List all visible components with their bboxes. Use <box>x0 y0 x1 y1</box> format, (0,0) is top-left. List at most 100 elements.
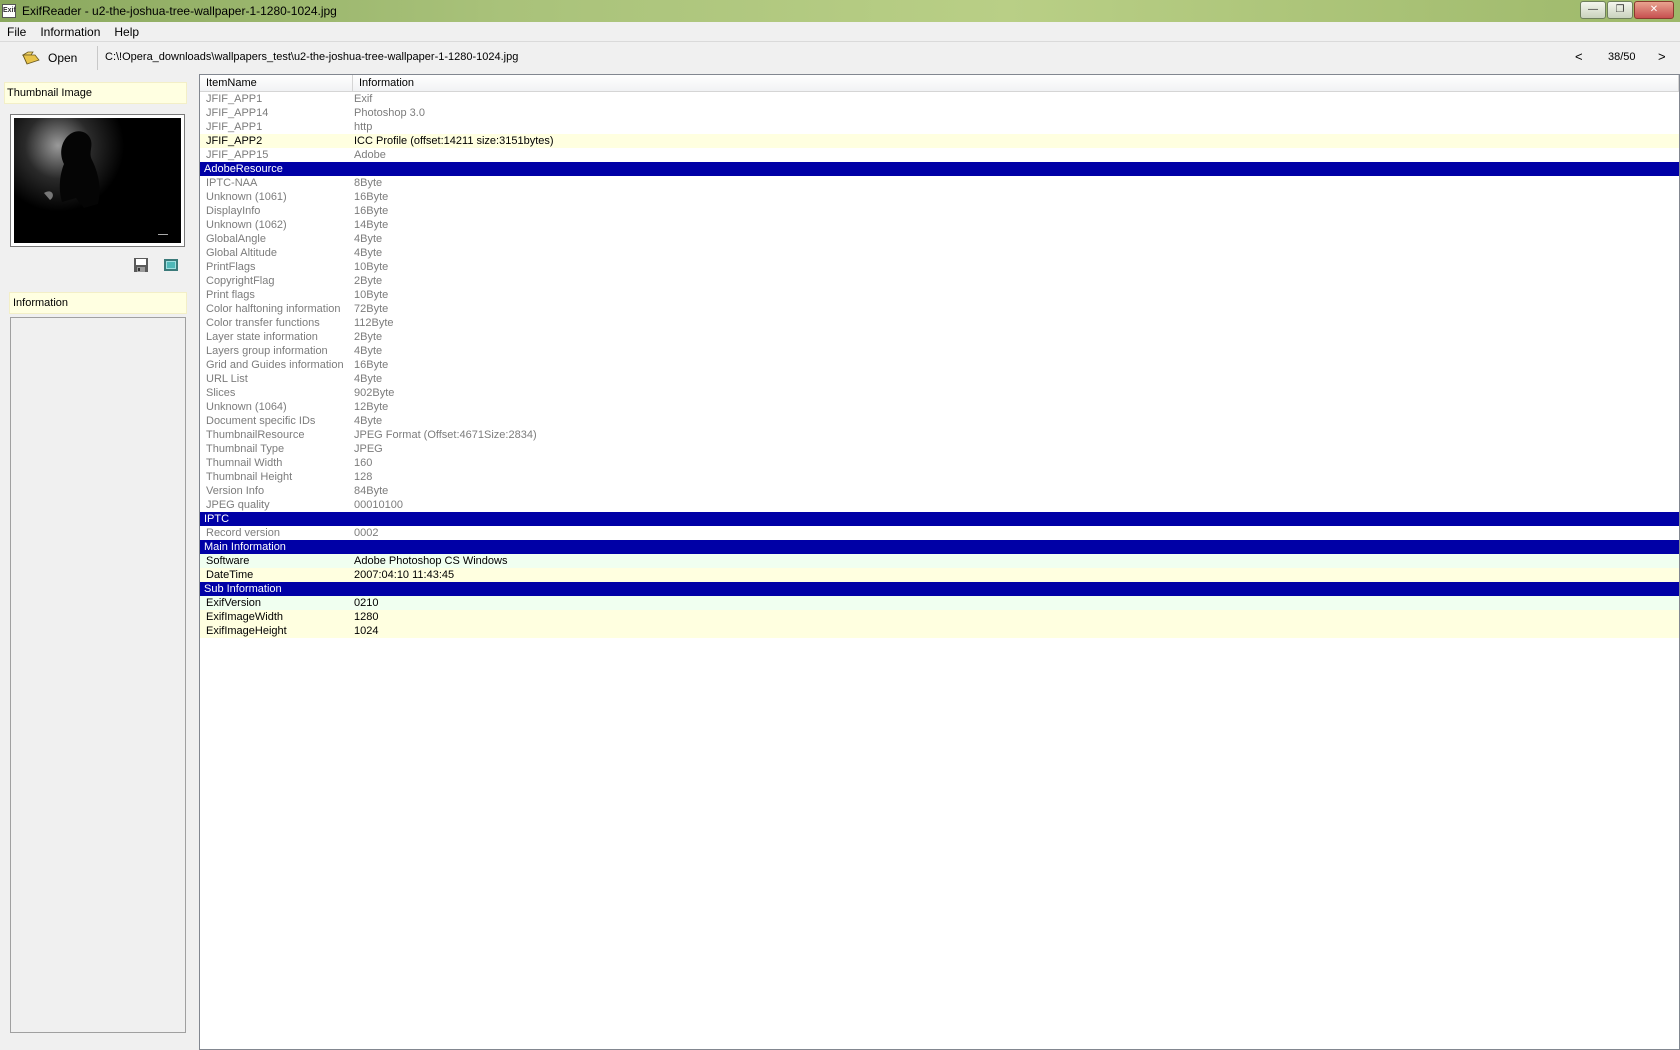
item-name-cell: Thumnail Width <box>206 457 283 469</box>
table-row[interactable]: ExifImageHeight 1024 <box>200 624 1679 638</box>
close-button[interactable]: ✕ <box>1634 1 1674 19</box>
item-name-cell: PrintFlags <box>206 261 256 273</box>
table-row[interactable]: Global Altitude 4Byte <box>200 246 1679 260</box>
item-name-cell: DateTime <box>206 569 254 581</box>
table-row[interactable]: Unknown (1064) 12Byte <box>200 400 1679 414</box>
table-row[interactable]: Layers group information 4Byte <box>200 344 1679 358</box>
information-cell: 0002 <box>354 527 379 539</box>
view-image-icon[interactable] <box>163 257 179 273</box>
table-row[interactable]: Print flags 10Byte <box>200 288 1679 302</box>
information-cell: 1280 <box>354 611 379 623</box>
item-name-cell: JFIF_APP2 <box>206 135 263 147</box>
table-row[interactable]: Unknown (1061) 16Byte <box>200 190 1679 204</box>
information-cell: 10Byte <box>354 289 389 301</box>
menu-information[interactable]: Information <box>33 25 107 39</box>
information-cell: Photoshop 3.0 <box>354 107 425 119</box>
item-name-cell: Software <box>206 555 250 567</box>
item-name-cell: ExifImageWidth <box>206 611 284 623</box>
section-title: IPTC <box>204 513 230 525</box>
table-row[interactable]: Layer state information 2Byte <box>200 330 1679 344</box>
item-name-cell: IPTC-NAA <box>206 177 258 189</box>
left-panel: Thumbnail Image Information <box>0 74 194 1050</box>
section-header-row[interactable]: Main Information <box>200 540 1679 554</box>
open-folder-icon <box>22 51 40 65</box>
table-row[interactable]: Thumbnail Height 128 <box>200 470 1679 484</box>
item-name-cell: Thumbnail Height <box>206 471 293 483</box>
table-row[interactable]: GlobalAngle 4Byte <box>200 232 1679 246</box>
page-counter: 38/50 <box>1608 51 1636 63</box>
item-name-cell: JFIF_APP15 <box>206 149 269 161</box>
table-row[interactable]: JFIF_APP1 Exif <box>200 92 1679 106</box>
section-title: Main Information <box>204 541 286 553</box>
save-thumbnail-icon[interactable] <box>133 257 149 273</box>
table-row[interactable]: JFIF_APP14 Photoshop 3.0 <box>200 106 1679 120</box>
item-name-cell: CopyrightFlag <box>206 275 275 287</box>
information-cell: 10Byte <box>354 261 389 273</box>
section-header-row[interactable]: Sub Information <box>200 582 1679 596</box>
item-name-cell: JFIF_APP1 <box>206 121 263 133</box>
section-header-row[interactable]: IPTC <box>200 512 1679 526</box>
menu-file[interactable]: File <box>0 25 33 39</box>
section-header-row[interactable]: AdobeResource <box>200 162 1679 176</box>
table-row[interactable]: Unknown (1062) 14Byte <box>200 218 1679 232</box>
item-name-cell: Record version <box>206 527 280 539</box>
thumbnail-frame <box>10 114 185 247</box>
item-name-cell: Layers group information <box>206 345 328 357</box>
table-rows: JFIF_APP1 Exif JFIF_APP14 Photoshop 3.0 JFIF… <box>200 92 1679 638</box>
table-row[interactable]: ThumbnailResource JPEG Format (Offset:467… <box>200 428 1679 442</box>
column-header-itemname[interactable]: ItemName <box>200 75 353 91</box>
table-row[interactable]: ExifImageWidth 1280 <box>200 610 1679 624</box>
information-cell: http <box>354 121 373 133</box>
table-row[interactable]: JFIF_APP2 ICC Profile (offset:14211 size:… <box>200 134 1679 148</box>
item-name-cell: Thumbnail Type <box>206 443 285 455</box>
information-cell: 4Byte <box>354 233 383 245</box>
next-image-button[interactable]: > <box>1658 49 1666 64</box>
information-cell: 902Byte <box>354 387 395 399</box>
information-cell: Exif <box>354 93 373 105</box>
table-row[interactable]: IPTC-NAA 8Byte <box>200 176 1679 190</box>
table-row[interactable]: DateTime 2007:04:10 11:43:45 <box>200 568 1679 582</box>
table-row[interactable]: CopyrightFlag 2Byte <box>200 274 1679 288</box>
previous-image-button[interactable]: < <box>1575 49 1583 64</box>
table-row[interactable]: Version Info 84Byte <box>200 484 1679 498</box>
information-cell: 2Byte <box>354 331 383 343</box>
restore-button[interactable]: ❐ <box>1607 1 1633 19</box>
table-row[interactable]: Thumnail Width 160 <box>200 456 1679 470</box>
table-row[interactable]: PrintFlags 10Byte <box>200 260 1679 274</box>
item-name-cell: JFIF_APP1 <box>206 93 263 105</box>
table-row[interactable]: JFIF_APP15 Adobe <box>200 148 1679 162</box>
thumbnail-image <box>14 118 181 243</box>
item-name-cell: Document specific IDs <box>206 415 316 427</box>
table-row[interactable]: JFIF_APP1 http <box>200 120 1679 134</box>
table-row[interactable]: DisplayInfo 16Byte <box>200 204 1679 218</box>
item-name-cell: Color halftoning information <box>206 303 341 315</box>
section-title: AdobeResource <box>204 163 283 175</box>
table-row[interactable]: Thumbnail Type JPEG <box>200 442 1679 456</box>
information-cell: 4Byte <box>354 345 383 357</box>
item-name-cell: Print flags <box>206 289 255 301</box>
table-row[interactable]: ExifVersion 0210 <box>200 596 1679 610</box>
information-cell: 12Byte <box>354 401 389 413</box>
table-row[interactable]: Document specific IDs 4Byte <box>200 414 1679 428</box>
table-row[interactable]: URL List 4Byte <box>200 372 1679 386</box>
table-row[interactable]: Color transfer functions 112Byte <box>200 316 1679 330</box>
title-bar: Exif ExifReader - u2-the-joshua-tree-wal… <box>0 0 1680 22</box>
table-row[interactable]: Color halftoning information 72Byte <box>200 302 1679 316</box>
item-name-cell: ExifImageHeight <box>206 625 287 637</box>
open-button[interactable]: Open <box>22 47 98 69</box>
menu-bar: File Information Help <box>0 22 1680 42</box>
item-name-cell: Unknown (1061) <box>206 191 287 203</box>
section-title: Sub Information <box>204 583 282 595</box>
table-row[interactable]: JPEG quality 00010100 <box>200 498 1679 512</box>
minimize-button[interactable]: — <box>1580 1 1606 19</box>
information-cell: 4Byte <box>354 415 383 427</box>
table-row[interactable]: Slices 902Byte <box>200 386 1679 400</box>
thumbnail-header: Thumbnail Image <box>4 82 187 104</box>
table-row[interactable]: Record version 0002 <box>200 526 1679 540</box>
column-header-information[interactable]: Information <box>353 75 1679 91</box>
table-row[interactable]: Grid and Guides information 16Byte <box>200 358 1679 372</box>
table-row[interactable]: Software Adobe Photoshop CS Windows <box>200 554 1679 568</box>
information-cell: 4Byte <box>354 247 383 259</box>
menu-help[interactable]: Help <box>107 25 146 39</box>
file-path: C:\!Opera_downloads\wallpapers_test\u2-t… <box>105 51 519 63</box>
